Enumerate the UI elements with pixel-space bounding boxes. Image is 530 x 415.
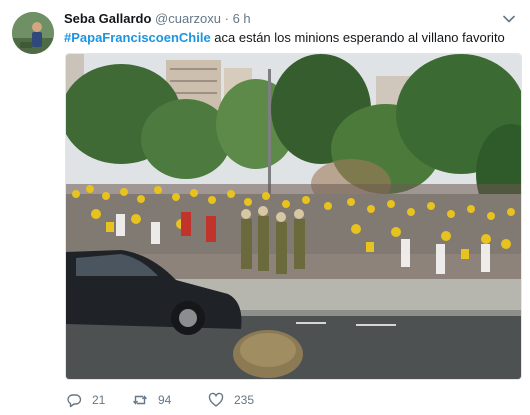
retweet-button[interactable]: 94 <box>132 392 208 408</box>
tweet-body: aca están los minions esperando al villa… <box>210 30 505 45</box>
reply-count: 21 <box>92 393 106 407</box>
author-handle[interactable]: @cuarzoxu <box>155 11 221 26</box>
hashtag-link[interactable]: #PapaFranciscoenChile <box>64 30 211 45</box>
timestamp[interactable]: 6 h <box>233 11 251 26</box>
chevron-down-icon[interactable] <box>502 12 516 26</box>
reply-icon <box>67 394 82 408</box>
like-count: 235 <box>234 393 255 407</box>
tweet-text: #PapaFranciscoenChile aca están los mini… <box>64 29 510 46</box>
tweet-header: Seba Gallardo @cuarzoxu · 6 h <box>64 10 490 28</box>
tweet-photo[interactable] <box>65 53 522 380</box>
tweet-actions: 21 94 235 <box>66 390 254 410</box>
author-name[interactable]: Seba Gallardo <box>64 11 151 26</box>
retweet-icon <box>132 395 148 405</box>
heart-icon <box>208 392 224 407</box>
reply-button[interactable]: 21 <box>66 392 132 408</box>
like-button[interactable]: 235 <box>208 392 254 408</box>
tweet-card: Seba Gallardo @cuarzoxu · 6 h #PapaFranc… <box>0 0 530 415</box>
avatar[interactable] <box>12 12 54 54</box>
separator-dot: · <box>224 11 229 26</box>
retweet-count: 94 <box>158 393 172 407</box>
